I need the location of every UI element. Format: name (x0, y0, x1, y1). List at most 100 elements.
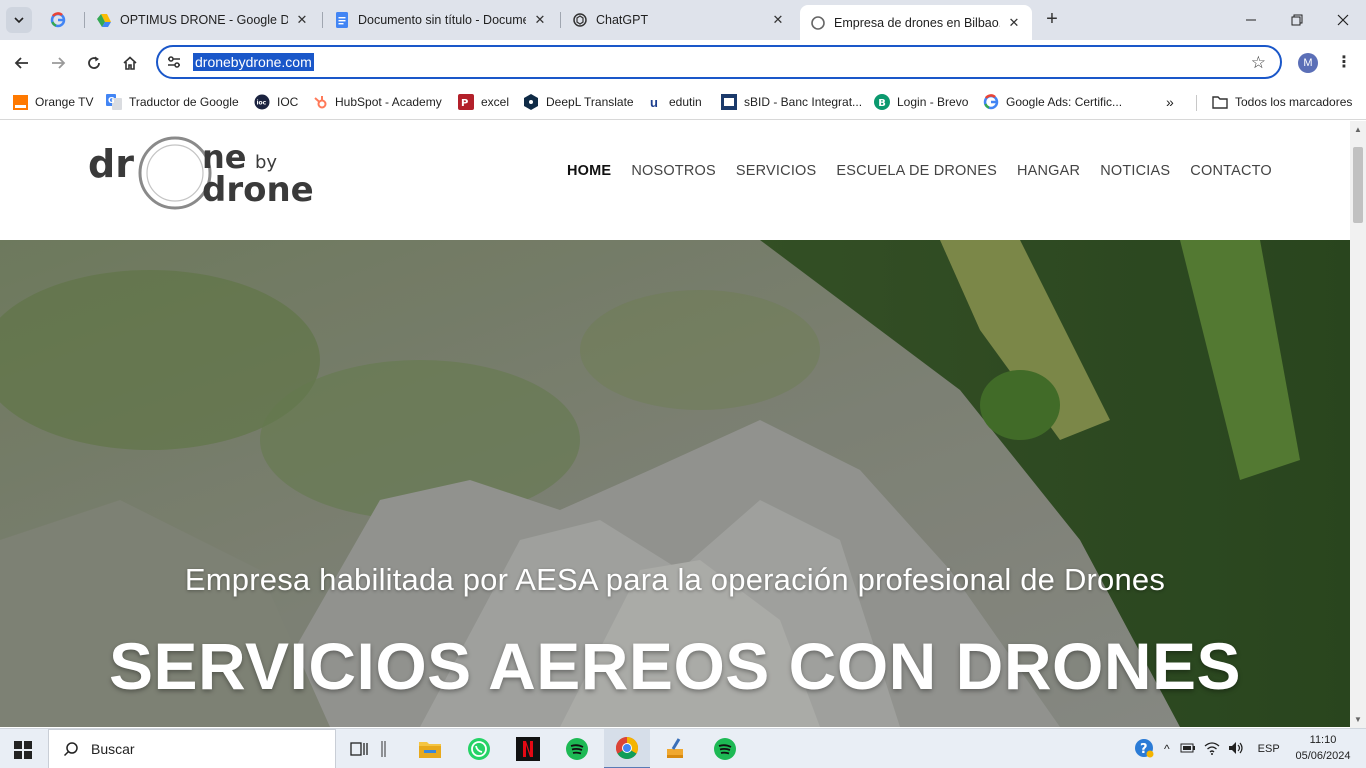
close-tab-icon[interactable]: ✕ (1006, 15, 1022, 31)
tab-active-dronebydrone[interactable]: Empresa de drones en Bilbao. R ✕ (800, 5, 1032, 40)
taskbar-search[interactable]: Buscar (48, 729, 336, 768)
tab-separator (560, 12, 561, 28)
excel-red-icon: P (458, 94, 474, 110)
bookmark-label: edutin (669, 95, 702, 109)
bookmark-sbid[interactable]: sBID - Banc Integrat... (721, 92, 862, 112)
svg-text:P: P (461, 98, 468, 109)
arrow-left-icon (14, 57, 28, 69)
scrollbar-thumb[interactable] (1353, 147, 1363, 223)
bookmark-label: HubSpot - Academy (335, 95, 442, 109)
main-nav: HOME NOSOTROS SERVICIOS ESCUELA DE DRONE… (567, 163, 1292, 179)
tab-google[interactable] (40, 6, 84, 34)
chevron-up-icon[interactable]: ^ (1164, 742, 1170, 756)
all-bookmarks-button[interactable]: Todos los marcadores (1212, 92, 1352, 112)
edutin-icon: u (650, 94, 658, 110)
svg-text:?: ? (1140, 742, 1148, 757)
nav-home[interactable]: HOME (567, 163, 611, 179)
file-explorer-app[interactable] (410, 735, 450, 763)
tab-separator (322, 12, 323, 28)
battery-icon[interactable] (1180, 742, 1196, 757)
chrome-app[interactable] (604, 729, 650, 768)
loading-icon (810, 15, 826, 31)
bookmark-label: Todos los marcadores (1235, 95, 1353, 109)
spotify-icon (714, 738, 736, 760)
logo-text-dr: dr (88, 142, 134, 186)
cleaner-app[interactable] (655, 735, 695, 763)
windows-start-button[interactable] (14, 741, 32, 764)
back-button[interactable] (10, 51, 34, 75)
windows-logo-icon (14, 741, 32, 759)
spotify-app[interactable] (557, 735, 597, 763)
close-window-button[interactable] (1320, 0, 1366, 40)
nav-hangar[interactable]: HANGAR (1017, 163, 1080, 179)
wifi-icon[interactable] (1204, 741, 1220, 758)
google-docs-icon (334, 12, 350, 28)
scroll-down-arrow-icon[interactable]: ▼ (1354, 715, 1362, 724)
new-tab-button[interactable]: + (1042, 8, 1062, 32)
nav-contacto[interactable]: CONTACTO (1190, 163, 1272, 179)
folder-icon (419, 742, 441, 758)
volume-icon[interactable] (1228, 741, 1244, 758)
arrow-right-icon (52, 57, 66, 69)
svg-text:B: B (878, 98, 886, 109)
hero-subtitle: Empresa habilitada por AESA para la oper… (184, 562, 1166, 597)
tab-title: OPTIMUS DRONE - Google Drive (120, 13, 288, 27)
chevron-double-right-icon: » (1166, 94, 1174, 110)
address-bar[interactable]: dronebydrone.com ☆ (156, 45, 1282, 79)
profile-avatar[interactable]: M (1298, 53, 1318, 73)
bookmark-hubspot[interactable]: HubSpot - Academy (312, 92, 442, 112)
whatsapp-app[interactable] (459, 735, 499, 763)
spotify-icon (566, 738, 588, 760)
task-view-icon (350, 742, 368, 756)
system-clock[interactable]: 11:10 05/06/2024 (1290, 732, 1356, 764)
nav-servicios[interactable]: SERVICIOS (736, 163, 817, 179)
site-logo[interactable]: dr ne by drone (88, 133, 328, 213)
bookmark-google-ads[interactable]: Google Ads: Certific... (983, 92, 1122, 112)
language-indicator[interactable]: ESP (1258, 743, 1280, 755)
bookmark-brevo[interactable]: B Login - Brevo (874, 92, 968, 112)
tab-google-docs[interactable]: Documento sin título - Documentos ✕ (324, 6, 558, 34)
scroll-up-arrow-icon[interactable]: ▲ (1354, 125, 1362, 134)
bookmark-star-icon[interactable]: ☆ (1251, 53, 1266, 73)
netflix-app[interactable] (508, 735, 548, 763)
bookmark-orange-tv[interactable]: Orange TV (12, 92, 93, 112)
windows-taskbar: Buscar ? ^ ESP 11:10 05/06/2024 (0, 728, 1366, 768)
plus-icon: + (1046, 8, 1058, 30)
grip-icon (381, 741, 386, 757)
more-bookmarks-button[interactable]: » (1166, 92, 1174, 112)
close-tab-icon[interactable]: ✕ (294, 12, 310, 28)
page-scrollbar[interactable]: ▲ ▼ (1350, 121, 1366, 728)
tab-chatgpt[interactable]: ChatGPT ✕ (562, 6, 796, 34)
bookmark-ioc[interactable]: ioc IOC (254, 92, 298, 112)
menu-kebab-icon[interactable]: ⋮ (1336, 52, 1352, 72)
site-settings-icon[interactable] (166, 54, 182, 75)
logo-text-drone: drone (202, 170, 314, 210)
tab-title: Documento sin título - Documentos (358, 13, 526, 27)
tab-google-drive[interactable]: OPTIMUS DRONE - Google Drive ✕ (86, 6, 320, 34)
tab-search-button[interactable] (6, 7, 32, 33)
forward-button[interactable] (46, 51, 70, 75)
bookmark-traductor[interactable]: G Traductor de Google (106, 92, 239, 112)
bookmark-excel[interactable]: P excel (458, 92, 509, 112)
close-icon (1337, 14, 1349, 26)
minimize-button[interactable] (1228, 0, 1274, 40)
nav-noticias[interactable]: NOTICIAS (1100, 163, 1170, 179)
bookmark-deepl[interactable]: DeepL Translate (523, 92, 634, 112)
restore-icon (1291, 14, 1303, 26)
sbid-icon (721, 94, 737, 110)
bookmark-edutin[interactable]: u edutin (646, 92, 702, 112)
orange-tv-icon (12, 94, 28, 110)
site-header: dr ne by drone HOME NOSOTROS SERVICIOS E… (0, 121, 1350, 240)
home-button[interactable] (118, 51, 142, 75)
google-translate-icon: G (106, 94, 122, 110)
close-tab-icon[interactable]: ✕ (770, 12, 786, 28)
url-text[interactable]: dronebydrone.com (193, 53, 314, 71)
restore-button[interactable] (1274, 0, 1320, 40)
spotify-app-2[interactable] (705, 735, 745, 763)
reload-icon (88, 56, 100, 69)
nav-escuela-de-drones[interactable]: ESCUELA DE DRONES (836, 163, 997, 179)
reload-button[interactable] (82, 51, 106, 75)
nav-nosotros[interactable]: NOSOTROS (631, 163, 716, 179)
close-tab-icon[interactable]: ✕ (532, 12, 548, 28)
help-icon[interactable]: ? (1134, 738, 1154, 761)
